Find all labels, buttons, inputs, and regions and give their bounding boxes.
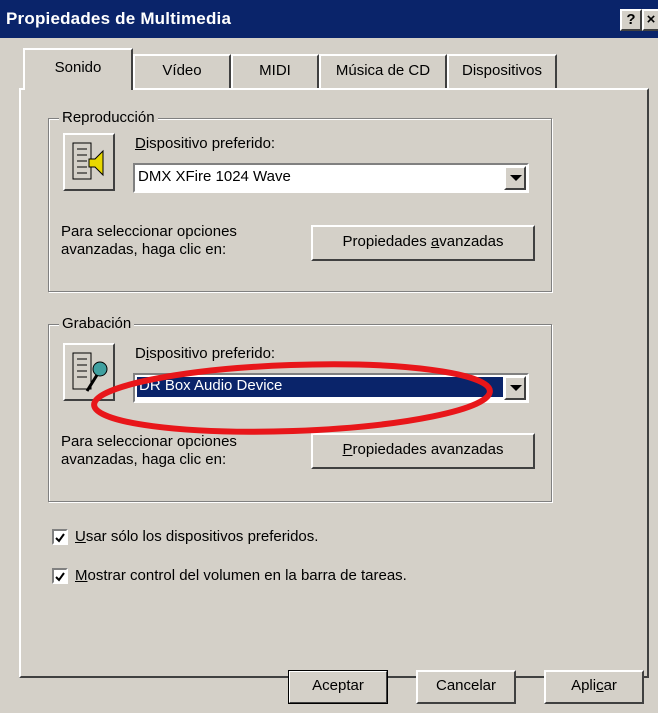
tab-panel-sonido: Reproducción Dispositivo preferido: DMX …: [19, 88, 649, 678]
playback-legend: Reproducción: [59, 109, 158, 126]
show-volume-label[interactable]: Mostrar control del volumen en la barra …: [75, 567, 407, 584]
recording-advanced-properties-button[interactable]: Propiedades avanzadas: [311, 433, 535, 469]
recording-device-select[interactable]: DR Box Audio Device: [133, 373, 529, 403]
preferred-only-label[interactable]: Usar sólo los dispositivos preferidos.: [75, 528, 318, 545]
playback-advanced-text-1: Para seleccionar opciones: [61, 223, 237, 240]
recording-advanced-text-1: Para seleccionar opciones: [61, 433, 237, 450]
tab-dispositivos[interactable]: Dispositivos: [447, 54, 557, 88]
playback-device-select[interactable]: DMX XFire 1024 Wave: [133, 163, 529, 193]
recording-legend: Grabación: [59, 315, 135, 332]
show-volume-checkbox[interactable]: [52, 568, 68, 584]
playback-device-label: Dispositivo preferido:: [135, 135, 276, 152]
tab-video[interactable]: Vídeo: [133, 54, 231, 88]
recording-device-value: DR Box Audio Device: [137, 377, 503, 397]
recording-group: Grabación Dispositivo preferido: DR Box …: [48, 315, 552, 502]
recording-advanced-text-2: avanzadas, haga clic en:: [61, 451, 227, 468]
chevron-down-icon[interactable]: [504, 166, 526, 190]
title-bar[interactable]: Propiedades de Multimedia ? ×: [0, 0, 658, 38]
tab-musica-de-cd[interactable]: Música de CD: [319, 54, 447, 88]
playback-advanced-properties-button[interactable]: Propiedades avanzadas: [311, 225, 535, 261]
cancel-button[interactable]: Cancelar: [416, 670, 516, 704]
speaker-icon: [63, 133, 115, 191]
apply-button[interactable]: Aplicar: [544, 670, 644, 704]
tab-sonido[interactable]: Sonido: [23, 48, 133, 90]
ok-button[interactable]: Aceptar: [288, 670, 388, 704]
preferred-only-checkbox[interactable]: [52, 529, 68, 545]
multimedia-properties-dialog: Propiedades de Multimedia ? × Sonido Víd…: [0, 0, 658, 713]
microphone-icon: [63, 343, 115, 401]
window-title: Propiedades de Multimedia: [6, 9, 232, 28]
playback-advanced-text-2: avanzadas, haga clic en:: [61, 241, 227, 258]
tab-midi[interactable]: MIDI: [231, 54, 319, 88]
playback-group: Reproducción Dispositivo preferido: DMX …: [48, 109, 552, 292]
recording-device-label: Dispositivo preferido:: [135, 345, 276, 362]
checkmark-icon: [55, 572, 65, 582]
chevron-down-icon[interactable]: [504, 376, 526, 400]
playback-device-value: DMX XFire 1024 Wave: [138, 168, 291, 185]
close-button[interactable]: ×: [642, 9, 658, 31]
checkmark-icon: [55, 533, 65, 543]
help-button[interactable]: ?: [620, 9, 642, 31]
